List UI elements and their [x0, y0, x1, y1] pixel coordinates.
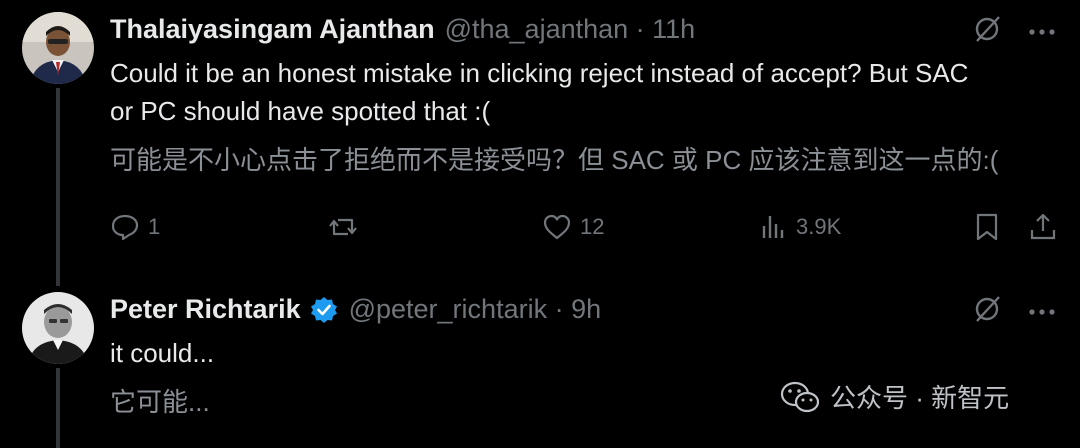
thread-line: [56, 88, 60, 286]
avatar-ajanthan[interactable]: [22, 12, 94, 84]
reply-button[interactable]: 1: [110, 212, 160, 242]
tweet-top-actions: [972, 294, 1056, 329]
tweet-top-actions: [972, 14, 1056, 49]
handle-and-time[interactable]: @tha_ajanthan · 11h: [445, 14, 696, 45]
bookmark-button[interactable]: [972, 212, 1002, 242]
watermark-text: 公众号 · 新智元: [830, 383, 1010, 413]
reply-count: 1: [148, 214, 161, 239]
author-name[interactable]: Peter Richtarik: [110, 294, 301, 325]
reply-icon: [111, 214, 139, 241]
tweet-translation: 它可能...: [110, 387, 210, 417]
share-button[interactable]: [1028, 212, 1058, 242]
tweet-translation: 可能是不小心点击了拒绝而不是接受吗？但 SAC 或 PC 应该注意到这一点的:(: [110, 145, 999, 175]
tweet-header: Peter Richtarik @peter_richtarik · 9h: [110, 294, 601, 325]
watermark: 公众号 · 新智元: [780, 378, 1009, 415]
views-button[interactable]: 3.9K: [758, 212, 841, 242]
bookmark-icon: [976, 213, 998, 241]
view-count: 3.9K: [796, 214, 842, 239]
tweet-text: Could it be an honest mistake in clickin…: [110, 58, 969, 126]
grok-icon[interactable]: [972, 294, 1002, 329]
tweet-text: it could...: [110, 338, 215, 368]
share-icon: [1030, 213, 1056, 240]
repost-button[interactable]: [328, 212, 366, 242]
author-name[interactable]: Thalaiyasingam Ajanthan: [110, 14, 435, 45]
more-options-icon[interactable]: [1028, 23, 1056, 41]
tweet-action-bar: 1 12 3.9K: [110, 212, 1060, 252]
like-count: 12: [580, 214, 605, 239]
views-icon: [762, 216, 784, 238]
tweet-1[interactable]: Thalaiyasingam Ajanthan @tha_ajanthan · …: [0, 0, 1080, 286]
repost-icon: [329, 218, 357, 236]
heart-icon: [543, 214, 571, 240]
tweet-header: Thalaiyasingam Ajanthan @tha_ajanthan · …: [110, 14, 695, 45]
handle-and-time[interactable]: @peter_richtarik · 9h: [349, 294, 602, 325]
wechat-icon: [780, 381, 820, 412]
more-options-icon[interactable]: [1028, 303, 1056, 321]
thread-line: [56, 368, 60, 448]
verified-badge-icon: [309, 295, 339, 325]
avatar-richtarik[interactable]: [22, 292, 94, 364]
grok-icon[interactable]: [972, 14, 1002, 49]
like-button[interactable]: 12: [542, 212, 604, 242]
